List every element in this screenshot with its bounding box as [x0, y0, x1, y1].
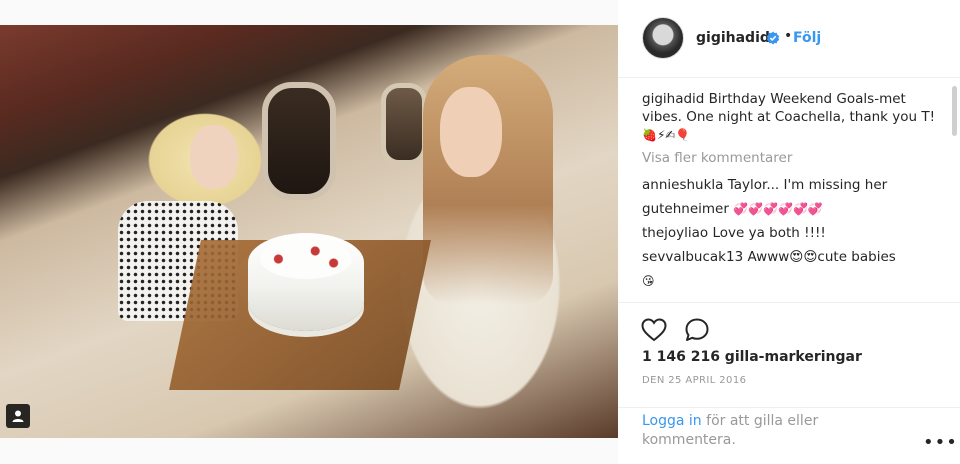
divider	[618, 407, 960, 408]
post-photo[interactable]	[0, 25, 618, 438]
face-shape	[440, 87, 502, 177]
comments-list: gigihadid Birthday Weekend Goals-met vib…	[642, 90, 944, 300]
show-more-comments-link[interactable]: Visa fler kommentarer	[642, 149, 944, 167]
comment-text: Love ya both !!!!	[712, 225, 826, 241]
comment-emoji: 😘	[642, 274, 655, 288]
comment-item: sevvalbucak13 Awww😍😍cute babies	[642, 248, 944, 266]
likes-count[interactable]: 1 146 216 gilla-markeringar	[642, 349, 862, 365]
comment-text: Taylor... I'm missing her	[727, 177, 888, 193]
comment-item: thejoyliao Love ya both !!!!	[642, 224, 944, 242]
comment-item-overflow: 😘	[642, 272, 944, 290]
speech-bubble-icon[interactable]	[683, 316, 711, 344]
caption-emoji: 🍓⚡✍🎈	[642, 128, 691, 142]
more-options-icon[interactable]: •••	[923, 432, 958, 453]
plane-window-small	[381, 83, 427, 165]
scrollbar-thumb[interactable]	[952, 86, 957, 136]
birthday-cake	[248, 233, 364, 331]
post-header: gigihadid • Följ	[618, 0, 960, 78]
comment-username[interactable]: annieshukla	[642, 177, 723, 193]
comment-text: 💞💞💞💞💞💞	[733, 202, 823, 216]
comment-item: annieshukla Taylor... I'm missing her	[642, 176, 944, 194]
follow-button[interactable]: Följ	[793, 30, 821, 46]
separator-dot: •	[784, 28, 793, 44]
post-actions: 1 146 216 gilla-markeringar DEN 25 APRIL…	[618, 302, 960, 464]
comment-username[interactable]: thejoyliao	[642, 225, 708, 241]
user-tag-icon[interactable]	[6, 404, 30, 428]
username[interactable]: gigihadid	[696, 30, 770, 46]
verified-badge-icon	[766, 31, 780, 45]
plane-window	[262, 82, 336, 200]
login-prompt: Logga in för att gilla eller kommentera.	[642, 412, 902, 450]
comment-text: Awww😍😍cute babies	[747, 249, 896, 265]
face-shape-left	[190, 125, 238, 189]
post-side-panel: gigihadid • Följ gigihadid Birthday Week…	[618, 0, 960, 464]
avatar[interactable]	[642, 17, 684, 59]
heart-icon[interactable]	[640, 316, 668, 344]
post-date: DEN 25 APRIL 2016	[642, 375, 747, 386]
comments-scrollbar[interactable]	[951, 80, 958, 300]
comment-item: gutehneimer 💞💞💞💞💞💞	[642, 200, 944, 218]
login-link[interactable]: Logga in	[642, 413, 702, 429]
comment-username[interactable]: sevvalbucak13	[642, 249, 743, 265]
caption: gigihadid Birthday Weekend Goals-met vib…	[642, 90, 944, 144]
comment-username[interactable]: gutehneimer	[642, 201, 729, 217]
caption-username[interactable]: gigihadid	[642, 91, 704, 107]
